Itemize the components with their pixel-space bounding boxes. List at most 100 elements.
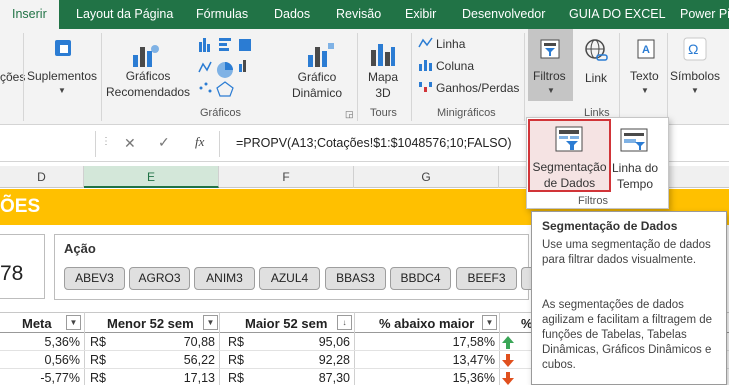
confirm-icon[interactable]: ✓ <box>158 134 170 151</box>
slicer-item-bbas3[interactable]: BBAS3 <box>325 267 386 290</box>
segmentacao-label: Segmentação de Dados <box>531 159 608 191</box>
button-label-line: de Dados <box>543 176 596 190</box>
sparkline-ganhos-perdas-button[interactable]: Ganhos/Perdas <box>436 80 519 96</box>
group-separator <box>524 33 525 121</box>
timeline-icon <box>620 128 648 152</box>
cell-currency: R$ <box>90 371 106 385</box>
group-label-minigraficos: Minigráficos <box>437 107 496 119</box>
button-label-line: Gráfico <box>297 70 337 84</box>
summary-number: 78 <box>0 262 24 285</box>
cell-abaixo: 17,58% <box>452 335 495 349</box>
slicer-item-agro3[interactable]: AGRO3 <box>129 267 190 290</box>
map-3d-icon <box>371 44 395 66</box>
mapa-3d-button[interactable]: Mapa 3D <box>368 69 398 101</box>
tooltip-title: Segmentação de Dados <box>542 219 678 233</box>
button-label-line: Tempo <box>616 177 654 191</box>
filter-dropdown-button[interactable]: ▼ <box>66 315 81 330</box>
banner-title: ÕES <box>0 196 41 217</box>
tab-inserir[interactable]: Inserir <box>0 0 59 29</box>
slicer-item-bbdc4[interactable]: BBDC4 <box>390 267 451 290</box>
cell-currency: R$ <box>228 353 244 367</box>
ribbon-partial-label: ções <box>0 70 26 84</box>
filter-dropdown-button[interactable]: ▼ <box>203 315 218 330</box>
grafico-dinamico-button[interactable]: Gráfico Dinâmico <box>292 69 342 101</box>
column-header-e[interactable]: E <box>84 166 219 188</box>
button-label-line: Mapa <box>368 70 399 84</box>
cell-currency: R$ <box>90 353 106 367</box>
column-header-d[interactable]: D <box>0 166 84 188</box>
group-separator <box>357 33 358 121</box>
slicer-item-beef3[interactable]: BEEF3 <box>456 267 517 290</box>
formula-input[interactable]: =PROPV(A13;Cotações!$1:$1048576;10;FALSO… <box>236 136 512 150</box>
svg-text:Ω: Ω <box>688 41 698 57</box>
sparkline-linha-button[interactable]: Linha <box>436 36 465 52</box>
tooltip-text: As segmentações de dados agilizam e faci… <box>542 299 713 371</box>
button-label-line: Segmentação <box>532 160 607 174</box>
group-label-graficos: Gráficos <box>200 107 241 119</box>
filtros-label: Filtros <box>533 69 566 83</box>
group-separator <box>23 33 24 121</box>
insert-function-icon[interactable]: fx <box>195 134 204 150</box>
suplementos-button[interactable]: Suplementos <box>27 68 97 84</box>
texto-button[interactable]: Texto <box>630 68 659 84</box>
tab-desenvolvedor[interactable]: Desenvolvedor <box>462 0 545 29</box>
cell-meta: -5,77% <box>40 371 80 385</box>
header-meta: Meta <box>22 316 52 331</box>
cell-currency: R$ <box>90 335 106 349</box>
slicer-title: Ação <box>64 241 96 256</box>
linha-do-tempo-button[interactable]: Linha do Tempo <box>612 160 658 192</box>
tab-power-pivot[interactable]: Power Piv <box>680 0 729 29</box>
sparkline-column-icon <box>419 60 432 71</box>
up-arrow-icon <box>502 336 514 349</box>
button-label-line: Recomendados <box>106 85 191 99</box>
pivot-chart-icon <box>308 43 334 67</box>
name-box[interactable] <box>0 131 96 157</box>
cell-menor: 17,13 <box>183 371 215 385</box>
cell-meta: 0,56% <box>44 353 80 367</box>
dropdown-group-label: Filtros <box>578 195 608 207</box>
simbolos-button[interactable]: Símbolos <box>670 68 720 84</box>
cancel-icon[interactable]: ✕ <box>124 135 136 152</box>
dialog-launcher-icon[interactable]: ◲ <box>345 109 354 120</box>
slicer-item-anim3[interactable]: ANIM3 <box>194 267 255 290</box>
symbols-icon: Ω <box>683 37 707 61</box>
filter-dropdown-button[interactable]: ▼ <box>482 315 497 330</box>
cell-abaixo: 15,36% <box>452 371 495 385</box>
cell-maior: 87,30 <box>318 371 350 385</box>
slicer-icon <box>555 126 583 152</box>
chevron-down-icon: ▼ <box>641 86 649 95</box>
sparkline-winloss-icon <box>419 82 432 92</box>
column-header-g[interactable]: G <box>354 166 499 188</box>
button-label-line: 3D <box>375 86 391 100</box>
group-separator <box>667 33 668 121</box>
column-header-f[interactable]: F <box>219 166 354 188</box>
link-icon <box>585 39 608 61</box>
recommended-charts-icon <box>133 45 159 67</box>
down-arrow-icon <box>502 372 514 385</box>
tab-dados[interactable]: Dados <box>274 0 310 29</box>
sparkline-coluna-button[interactable]: Coluna <box>436 58 474 74</box>
slicer-item-abev3[interactable]: ABEV3 <box>64 267 125 290</box>
chart-types-icon-grid[interactable] <box>197 36 255 100</box>
slicer-item-azul4[interactable]: AZUL4 <box>259 267 320 290</box>
formula-controls: ✕ ✓ fx <box>110 131 220 157</box>
chevron-down-icon: ▼ <box>58 86 66 95</box>
header-menor-52: Menor 52 sem <box>107 316 194 331</box>
graficos-recomendados-button[interactable]: Gráficos Recomendados <box>106 68 190 100</box>
link-button[interactable]: Link <box>585 70 607 86</box>
cell-currency: R$ <box>228 335 244 349</box>
cell-abaixo: 13,47% <box>452 353 495 367</box>
chevron-down-icon: ▼ <box>547 86 555 95</box>
group-label-tours: Tours <box>370 107 397 119</box>
addins-icon <box>55 40 71 56</box>
tab-guia-do-excel[interactable]: GUIA DO EXCEL <box>569 0 666 29</box>
tab-formulas[interactable]: Fórmulas <box>196 0 248 29</box>
tab-layout-da-pagina[interactable]: Layout da Página <box>76 0 173 29</box>
tab-exibir[interactable]: Exibir <box>405 0 436 29</box>
ribbon: ções Suplementos ▼ Gráficos Recomendados… <box>0 29 729 125</box>
button-label-line: Dinâmico <box>292 86 343 100</box>
group-separator <box>101 33 102 121</box>
tooltip-text: Use uma segmentação de dados para filtra… <box>542 239 711 266</box>
tab-revisao[interactable]: Revisão <box>336 0 381 29</box>
sort-filter-button[interactable]: ↓ <box>337 315 352 330</box>
